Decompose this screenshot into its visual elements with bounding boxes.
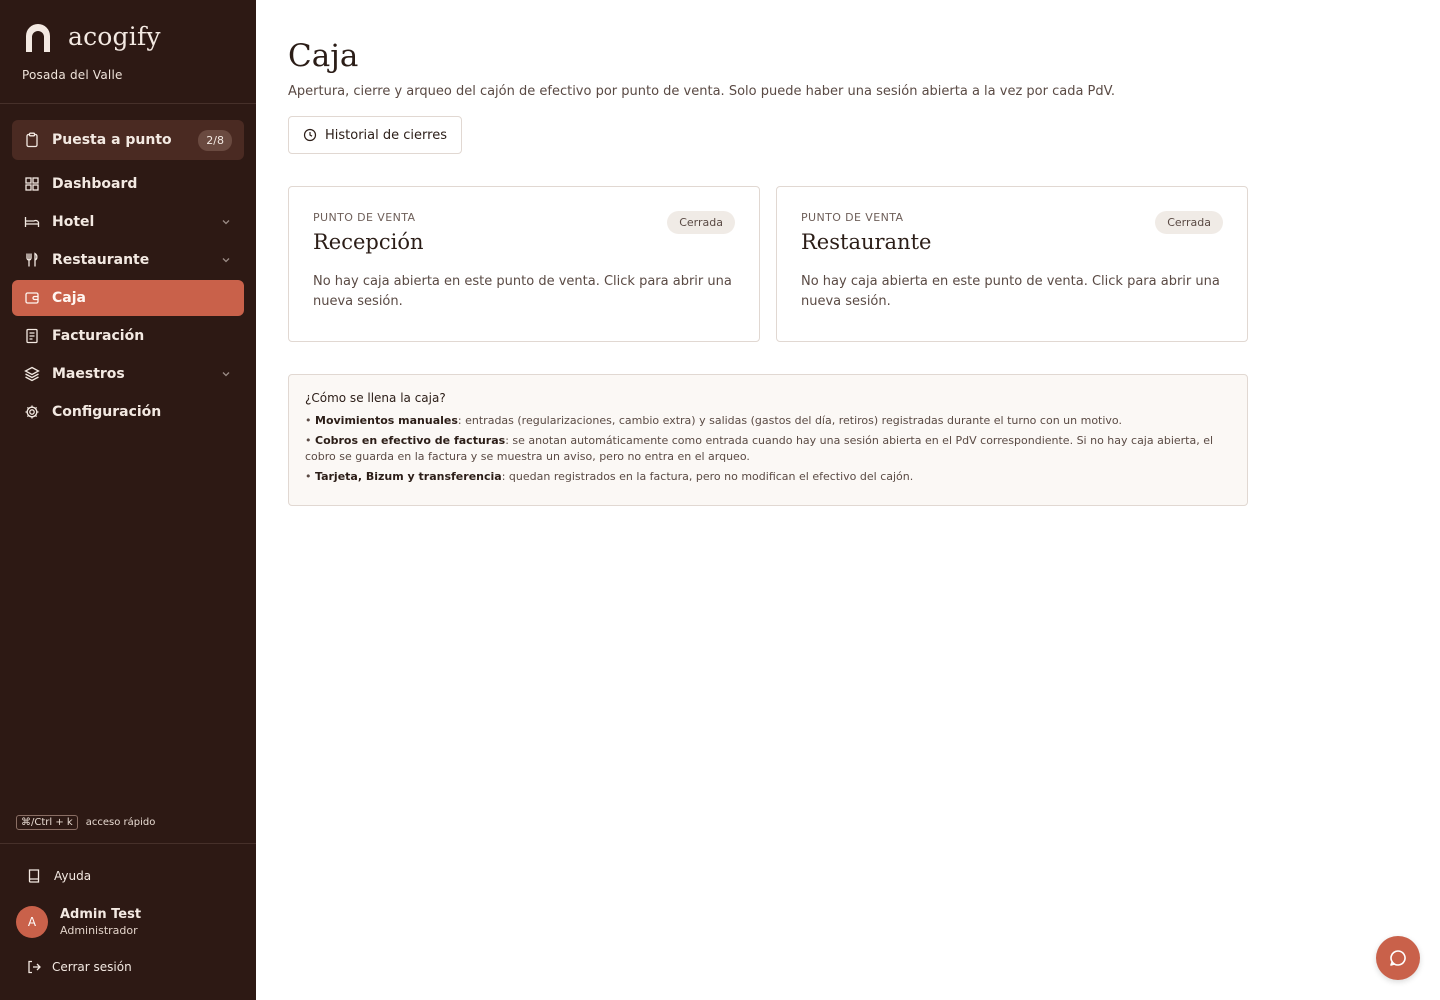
bed-icon [24, 214, 40, 230]
status-badge: Cerrada [667, 211, 735, 234]
quick-access-hint[interactable]: ⌘/Ctrl + k acceso rápido [16, 815, 155, 830]
main-nav: Puesta a punto 2/8 Dashboard Hotel Resta… [0, 104, 256, 430]
sidebar-item-hotel[interactable]: Hotel [12, 204, 244, 240]
history-button-label: Historial de cierres [325, 127, 447, 143]
info-line: • Cobros en efectivo de facturas: se ano… [305, 433, 1231, 465]
sidebar-item-label: Configuración [52, 404, 162, 420]
status-badge: Cerrada [1155, 211, 1223, 234]
shortcut-kbd: ⌘/Ctrl + k [16, 815, 78, 830]
logout-label: Cerrar sesión [52, 960, 132, 974]
sidebar-footer: Ayuda A Admin Test Administrador Cerrar … [0, 843, 256, 980]
pos-card-restaurante[interactable]: PUNTO DE VENTA Restaurante Cerrada No ha… [776, 186, 1248, 342]
page-subtitle: Apertura, cierre y arqueo del cajón de e… [288, 84, 1115, 99]
page-title: Caja [288, 38, 359, 74]
chat-bubble-icon [1390, 950, 1406, 966]
avatar: A [16, 906, 48, 938]
sidebar-item-label: Dashboard [52, 176, 138, 192]
sidebar-item-caja[interactable]: Caja [12, 280, 244, 316]
info-line: • Movimientos manuales: entradas (regula… [305, 413, 1231, 429]
property-name[interactable]: Posada del Valle [22, 68, 234, 82]
info-term: Cobros en efectivo de facturas [315, 434, 506, 447]
cash-info-box: ¿Cómo se llena la caja? • Movimientos ma… [288, 374, 1248, 506]
sidebar-item-label: Caja [52, 290, 86, 306]
info-term: Movimientos manuales [315, 414, 458, 427]
pos-name: Restaurante [801, 230, 932, 254]
invoice-icon [24, 328, 40, 344]
sidebar-item-label: Facturación [52, 328, 145, 344]
pos-card-recepcion[interactable]: PUNTO DE VENTA Recepción Cerrada No hay … [288, 186, 760, 342]
sidebar-item-restaurante[interactable]: Restaurante [12, 242, 244, 278]
logout-icon [28, 960, 41, 974]
sidebar-item-setup[interactable]: Puesta a punto 2/8 [12, 120, 244, 160]
sidebar: acogify Posada del Valle Puesta a punto … [0, 0, 256, 1000]
sidebar-item-facturacion[interactable]: Facturación [12, 318, 244, 354]
user-profile[interactable]: A Admin Test Administrador [16, 906, 240, 938]
sidebar-item-label: Restaurante [52, 252, 150, 268]
chevron-down-icon [222, 372, 230, 377]
wallet-icon [24, 290, 40, 306]
sidebar-item-maestros[interactable]: Maestros [12, 356, 244, 392]
chevron-down-icon [222, 258, 230, 263]
main-content: Caja Apertura, cierre y arqueo del cajón… [288, 0, 1248, 506]
utensils-icon [24, 252, 40, 268]
brand-header: acogify Posada del Valle [0, 0, 256, 104]
brand-name: acogify [68, 21, 161, 51]
user-role: Administrador [60, 924, 138, 937]
layers-icon [24, 366, 40, 382]
grid-icon [24, 176, 40, 192]
info-text: : entradas (regularizaciones, cambio ext… [457, 414, 1122, 427]
pos-description: No hay caja abierta en este punto de ven… [313, 274, 732, 309]
help-link[interactable]: Ayuda [16, 860, 240, 892]
info-text: : quedan registrados en la factura, pero… [501, 470, 914, 483]
pos-description: No hay caja abierta en este punto de ven… [801, 274, 1220, 309]
sidebar-item-dashboard[interactable]: Dashboard [12, 166, 244, 202]
chevron-down-icon [222, 220, 230, 225]
info-term: Tarjeta, Bizum y transferencia [315, 470, 502, 483]
sidebar-item-configuracion[interactable]: Configuración [12, 394, 244, 430]
history-button[interactable]: Historial de cierres [288, 116, 462, 154]
pos-name: Recepción [313, 230, 424, 254]
shortcut-label: acceso rápido [85, 817, 156, 828]
help-label: Ayuda [54, 869, 92, 883]
logout-button[interactable]: Cerrar sesión [16, 954, 240, 980]
acogify-logo-icon [22, 22, 54, 54]
setup-progress-badge: 2/8 [198, 129, 232, 151]
points-of-sale: PUNTO DE VENTA Recepción Cerrada No hay … [288, 186, 1248, 342]
clock-icon [303, 128, 317, 142]
info-bullet: • [305, 470, 315, 483]
info-line: • Tarjeta, Bizum y transferencia: quedan… [305, 469, 1231, 485]
book-icon [28, 869, 40, 883]
gear-icon [24, 404, 40, 420]
info-bullet: • [305, 434, 315, 447]
chat-button[interactable] [1376, 936, 1420, 980]
sidebar-item-label: Maestros [52, 366, 125, 382]
sidebar-item-label: Puesta a punto [52, 132, 172, 148]
clipboard-icon [24, 132, 40, 148]
sidebar-item-label: Hotel [52, 214, 95, 230]
info-title: ¿Cómo se llena la caja? [305, 391, 446, 405]
info-bullet: • [305, 414, 315, 427]
user-name: Admin Test [60, 907, 142, 922]
